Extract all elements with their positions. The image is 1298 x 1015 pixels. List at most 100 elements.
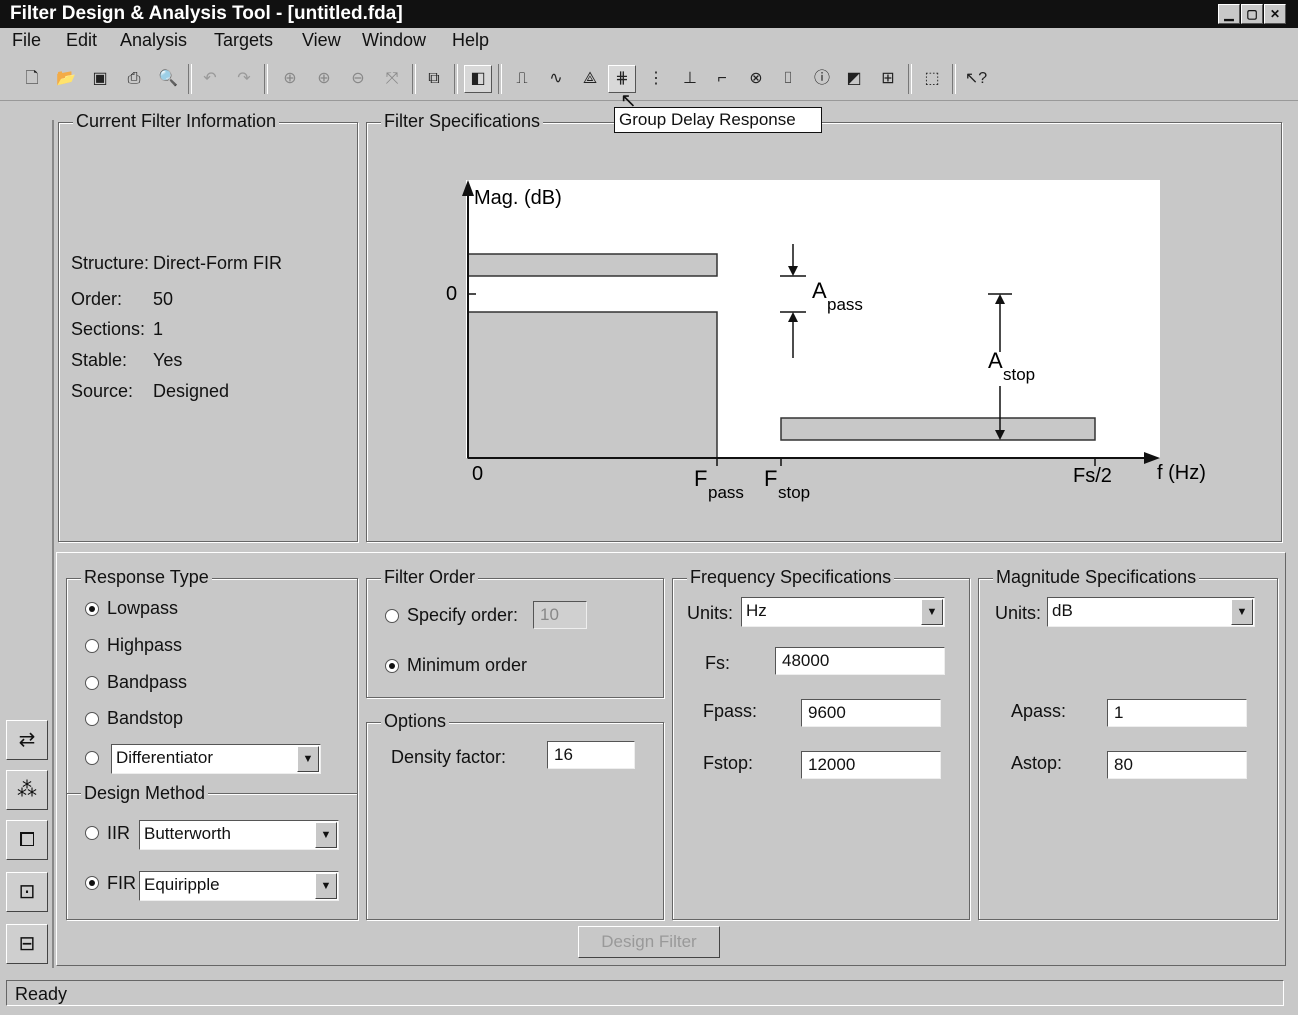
set-quantization-icon[interactable]: ⁂ — [6, 770, 48, 810]
status-bar: Ready — [6, 980, 1284, 1006]
menu-edit[interactable]: Edit — [66, 30, 97, 51]
chevron-down-icon[interactable]: ▼ — [921, 599, 943, 625]
passband-lower-region — [467, 311, 718, 459]
bandpass-label: Bandpass — [107, 672, 188, 692]
structure-label: Structure: — [71, 253, 150, 273]
iir-method-select[interactable]: Butterworth ▼ — [139, 820, 339, 850]
impulse-response-icon[interactable]: ⊥ — [676, 65, 704, 93]
import-filter-icon[interactable]: ⊡ — [6, 872, 48, 912]
lowpass-radio[interactable] — [85, 602, 99, 616]
zoom-y-icon[interactable]: ⊖ — [344, 65, 372, 93]
lowpass-label: Lowpass — [107, 598, 179, 618]
transform-filter-icon[interactable]: ⇄ — [6, 720, 48, 760]
passband-upper-region — [467, 253, 718, 277]
fstop-sub-label: stop — [778, 483, 810, 502]
bandpass-radio[interactable] — [85, 676, 99, 690]
menu-window[interactable]: Window — [362, 30, 426, 51]
specify-order-label: Specify order: — [407, 605, 519, 625]
filter-specs-icon[interactable]: ◧ — [464, 65, 492, 93]
source-value: Designed — [153, 381, 230, 401]
astop-input-label: Astop: — [1011, 753, 1063, 773]
mag-units-label: Units: — [995, 603, 1042, 623]
mag-phase-icon[interactable]: ⟁ — [576, 65, 604, 93]
chevron-down-icon[interactable]: ▼ — [1231, 599, 1253, 625]
step-response-icon[interactable]: ⌐ — [708, 65, 736, 93]
filter-icon[interactable]: ◩ — [840, 65, 868, 93]
mag-units-value: dB — [1052, 601, 1073, 620]
bandstop-label: Bandstop — [107, 708, 184, 728]
iir-method-value: Butterworth — [144, 824, 231, 843]
iir-radio[interactable] — [85, 826, 99, 840]
menu-view[interactable]: View — [302, 30, 341, 51]
menu-file[interactable]: File — [12, 30, 41, 51]
highpass-radio[interactable] — [85, 639, 99, 653]
iir-label: IIR — [107, 823, 131, 843]
density-factor-input[interactable]: 16 — [547, 741, 635, 769]
highpass-label: Highpass — [107, 635, 183, 655]
bandstop-radio[interactable] — [85, 712, 99, 726]
astop-input[interactable]: 80 — [1107, 751, 1247, 779]
phase-response-icon[interactable]: ∿ — [542, 65, 570, 93]
frequency-specifications-legend: Frequency Specifications — [687, 567, 895, 588]
full-view-icon[interactable]: ⤧ — [378, 65, 406, 93]
save-icon[interactable]: ▣ — [86, 65, 114, 93]
legend-icon[interactable]: ⬚ — [918, 65, 946, 93]
cursor-icon: ↖ — [620, 90, 637, 112]
mag-units-select[interactable]: dB ▼ — [1047, 597, 1255, 627]
chevron-down-icon[interactable]: ▼ — [315, 873, 337, 899]
chevron-down-icon[interactable]: ▼ — [297, 746, 319, 772]
close-button[interactable]: ✕ — [1264, 4, 1286, 24]
open-folder-icon[interactable]: 📂 — [52, 65, 80, 93]
print-icon[interactable]: ⎙ — [120, 65, 148, 93]
maximize-button[interactable]: ▢ — [1241, 4, 1263, 24]
fstop-input[interactable]: 12000 — [801, 751, 941, 779]
stopband-region — [780, 417, 1096, 441]
filter-order-panel: Filter Order Specify order: 10 Minimum o… — [366, 567, 664, 698]
toolbar-separator — [498, 64, 502, 94]
phase-delay-icon[interactable]: ⋮ — [642, 65, 670, 93]
redo-icon[interactable]: ↷ — [230, 65, 258, 93]
freq-units-label: Units: — [687, 603, 734, 623]
response-type-panel: Response Type Lowpass Highpass Bandpass … — [66, 567, 358, 920]
print-preview-icon[interactable]: 🔍 — [154, 65, 182, 93]
menu-analysis[interactable]: Analysis — [120, 30, 187, 51]
whats-this-icon[interactable]: ↖? — [962, 65, 990, 93]
new-window-icon[interactable]: ⧉ — [420, 65, 448, 93]
minimum-order-label: Minimum order — [407, 655, 528, 675]
filter-spec-diagram: Mag. (dB) 0 0 F pass F stop Fs/2 f (Hz) … — [446, 180, 1206, 502]
specify-order-radio[interactable] — [385, 609, 399, 623]
menu-help[interactable]: Help — [452, 30, 489, 51]
fir-radio[interactable] — [85, 876, 99, 890]
magnitude-response-icon[interactable]: ⎍ — [508, 65, 536, 93]
menu-targets[interactable]: Targets — [214, 30, 273, 51]
design-filter-icon[interactable]: ⊟ — [6, 924, 48, 964]
zoom-in-icon[interactable]: ⊕ — [276, 65, 304, 93]
toolbar-separator — [188, 64, 192, 94]
rounding-noise-icon[interactable]: ⊞ — [874, 65, 902, 93]
freq-units-value: Hz — [746, 601, 767, 620]
stable-value: Yes — [153, 350, 183, 370]
fs-input[interactable]: 48000 — [775, 647, 945, 675]
other-response-radio[interactable] — [85, 751, 99, 765]
other-response-select[interactable]: Differentiator ▼ — [111, 744, 321, 774]
freq-units-select[interactable]: Hz ▼ — [741, 597, 945, 627]
undo-icon[interactable]: ↶ — [196, 65, 224, 93]
toolbar: 🗋 📂 ▣ ⎙ 🔍 ↶ ↷ ⊕ ⊕ ⊖ ⤧ ⧉ ◧ ⎍ ∿ ⟁ ⋕ ⋮ ⊥ ⌐ … — [0, 56, 1298, 101]
new-file-icon[interactable]: 🗋 — [18, 65, 46, 93]
chevron-down-icon[interactable]: ▼ — [315, 822, 337, 848]
fpass-input[interactable]: 9600 — [801, 699, 941, 727]
apass-input[interactable]: 1 — [1107, 699, 1247, 727]
sections-label: Sections: — [71, 319, 146, 339]
design-filter-button[interactable]: Design Filter — [578, 926, 720, 958]
info-icon[interactable]: ⓘ — [808, 65, 836, 93]
filter-order-legend: Filter Order — [381, 567, 479, 588]
specify-order-input[interactable]: 10 — [533, 601, 587, 629]
realize-model-icon[interactable]: ⧠ — [6, 820, 48, 860]
coefficients-icon[interactable]: ⌷ — [774, 65, 802, 93]
zoom-x-icon[interactable]: ⊕ — [310, 65, 338, 93]
fir-method-select[interactable]: Equiripple ▼ — [139, 871, 339, 901]
minimum-order-radio[interactable] — [385, 659, 399, 673]
pole-zero-icon[interactable]: ⊗ — [742, 65, 770, 93]
minimize-button[interactable]: ▁ — [1218, 4, 1240, 24]
tooltip: Group Delay Response — [614, 107, 822, 133]
